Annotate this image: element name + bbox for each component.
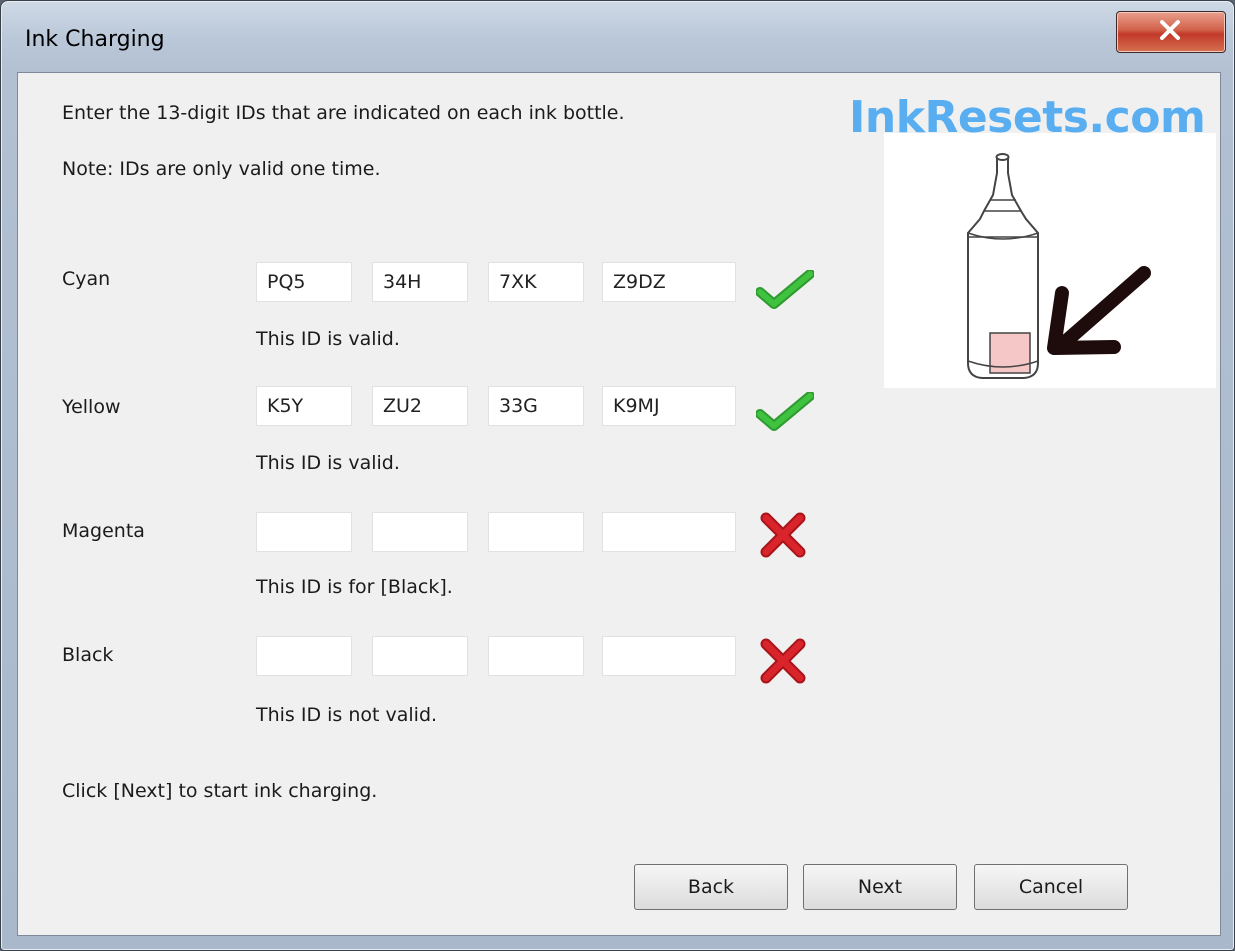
cyan-id-field-3[interactable]: 7XK xyxy=(488,262,584,302)
check-icon xyxy=(756,392,814,431)
close-button[interactable] xyxy=(1116,11,1226,53)
note-text: Note: IDs are only valid one time. xyxy=(62,158,381,180)
cross-icon xyxy=(760,512,806,558)
row-label-cyan: Cyan xyxy=(62,268,111,290)
cyan-id-field-4[interactable]: Z9DZ xyxy=(602,262,736,302)
title-bar[interactable]: Ink Charging xyxy=(1,1,1234,73)
footer-instruction: Click [Next] to start ink charging. xyxy=(62,780,378,802)
cyan-status-message: This ID is valid. xyxy=(256,328,400,350)
check-icon xyxy=(756,270,814,309)
close-icon xyxy=(1160,20,1180,40)
magenta-status-message: This ID is for [Black]. xyxy=(256,576,453,598)
next-button[interactable]: Next xyxy=(803,864,957,910)
window-title: Ink Charging xyxy=(25,27,165,52)
magenta-id-field-2[interactable] xyxy=(372,512,468,552)
ink-bottle-illustration xyxy=(884,133,1216,388)
yellow-status-message: This ID is valid. xyxy=(256,452,400,474)
row-label-black: Black xyxy=(62,644,114,666)
back-button[interactable]: Back xyxy=(634,864,788,910)
black-id-field-2[interactable] xyxy=(372,636,468,676)
cross-icon xyxy=(760,638,806,684)
magenta-id-field-1[interactable] xyxy=(256,512,352,552)
black-id-field-1[interactable] xyxy=(256,636,352,676)
row-label-magenta: Magenta xyxy=(62,520,145,542)
row-label-yellow: Yellow xyxy=(62,396,121,418)
black-id-field-4[interactable] xyxy=(602,636,736,676)
yellow-id-field-4[interactable]: K9MJ xyxy=(602,386,736,426)
yellow-id-field-2[interactable]: ZU2 xyxy=(372,386,468,426)
magenta-id-field-4[interactable] xyxy=(602,512,736,552)
instruction-text: Enter the 13-digit IDs that are indicate… xyxy=(62,102,625,124)
cancel-button[interactable]: Cancel xyxy=(974,864,1128,910)
magenta-id-field-3[interactable] xyxy=(488,512,584,552)
black-id-field-3[interactable] xyxy=(488,636,584,676)
yellow-id-field-1[interactable]: K5Y xyxy=(256,386,352,426)
cyan-id-field-2[interactable]: 34H xyxy=(372,262,468,302)
black-status-message: This ID is not valid. xyxy=(256,704,438,726)
cyan-id-field-1[interactable]: PQ5 xyxy=(256,262,352,302)
yellow-id-field-3[interactable]: 33G xyxy=(488,386,584,426)
